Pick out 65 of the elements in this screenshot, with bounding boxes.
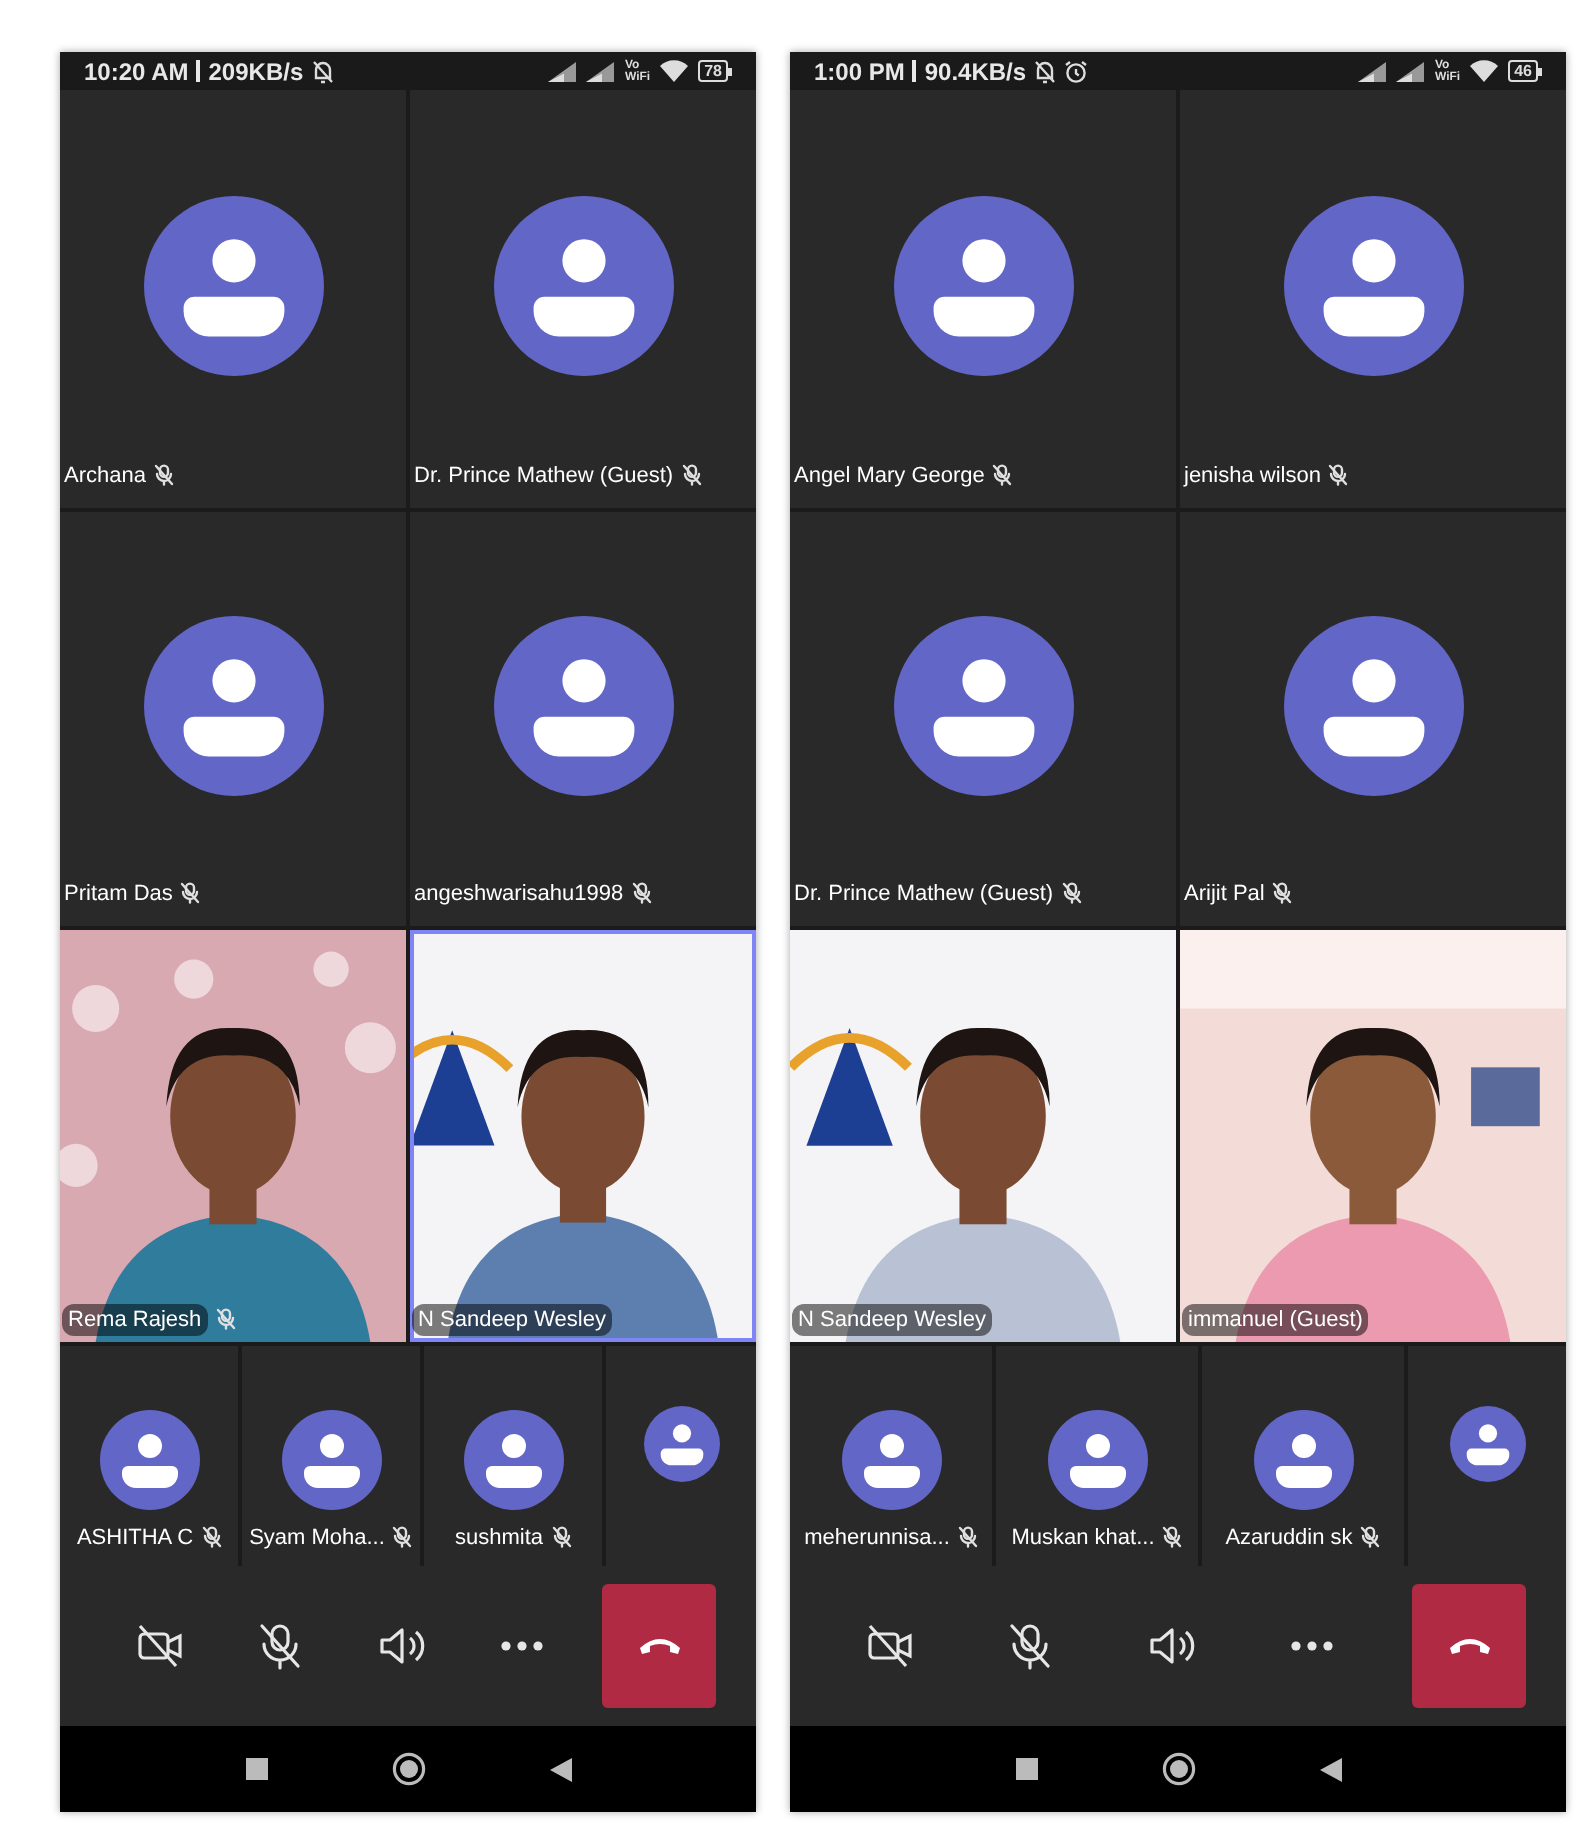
- avatar-icon: [1283, 616, 1463, 797]
- avatar-icon: [1283, 196, 1463, 377]
- participant-name: Angel Mary George: [794, 461, 985, 491]
- phone-icon: [637, 1636, 681, 1656]
- avatar-icon: [643, 1406, 719, 1482]
- status-time: 10:20 AM: [84, 55, 189, 89]
- home-button[interactable]: [1161, 1752, 1195, 1786]
- avatar-icon: [493, 196, 673, 377]
- back-button[interactable]: [549, 1757, 571, 1781]
- recents-button[interactable]: [1015, 1758, 1037, 1780]
- video-off-icon: [136, 1624, 184, 1668]
- participant-name: Dr. Prince Mathew (Guest): [414, 461, 674, 491]
- avatar-icon: [893, 616, 1073, 797]
- signal-icon: [1396, 61, 1425, 81]
- participant-name: Azaruddin sk: [1225, 1523, 1353, 1553]
- battery-level: 78: [698, 60, 728, 82]
- participant-name: Muskan khat...: [1011, 1523, 1155, 1553]
- more-icon: [1289, 1640, 1334, 1652]
- participant-name: Arijit Pal: [1184, 879, 1265, 909]
- participant-name: N Sandeep Wesley: [412, 1303, 612, 1336]
- bell-off-icon: [1034, 59, 1057, 83]
- participant-name: Dr. Prince Mathew (Guest): [794, 879, 1054, 909]
- participant-name: immanuel (Guest): [1182, 1303, 1369, 1336]
- avatar-icon: [1253, 1409, 1353, 1509]
- speaker-icon: [377, 1624, 425, 1668]
- participant-name: Rema Rajesh: [62, 1303, 208, 1336]
- back-button[interactable]: [1319, 1757, 1341, 1781]
- avatar-icon: [99, 1409, 199, 1509]
- avatar-icon: [143, 616, 323, 797]
- participant-name: angeshwarisahu1998: [414, 879, 624, 909]
- more-icon: [499, 1640, 544, 1652]
- participant-name: ASHITHA C: [76, 1523, 194, 1553]
- participant-name: meherunnisa...: [804, 1523, 950, 1553]
- status-time: 1:00 PM: [814, 55, 905, 89]
- battery-level: 46: [1508, 60, 1538, 82]
- video-off-icon: [866, 1624, 914, 1668]
- phone-icon: [1447, 1636, 1491, 1656]
- avatar-icon: [281, 1409, 381, 1509]
- avatar-icon: [1047, 1409, 1147, 1509]
- participant-name: Syam Moha...: [249, 1523, 385, 1553]
- separator-icon: [912, 60, 917, 82]
- network-speed: 209KB/s: [208, 55, 304, 89]
- signal-icon: [1358, 61, 1387, 81]
- home-button[interactable]: [391, 1752, 425, 1786]
- avatar-icon: [463, 1409, 563, 1509]
- network-speed: 90.4KB/s: [924, 55, 1027, 89]
- avatar-icon: [493, 616, 673, 797]
- participant-name: sushmita: [454, 1523, 544, 1553]
- separator-icon: [196, 60, 201, 82]
- mic-off-icon: [258, 1622, 303, 1670]
- avatar-icon: [893, 196, 1073, 377]
- speaker-icon: [1147, 1624, 1195, 1668]
- wifi-icon: [660, 60, 689, 82]
- avatar-icon: [1449, 1406, 1525, 1482]
- mic-off-icon: [1008, 1622, 1053, 1670]
- participant-name: Archana: [64, 461, 146, 491]
- avatar-icon: [841, 1409, 941, 1509]
- wifi-icon: [1470, 60, 1499, 82]
- signal-icon: [548, 61, 577, 81]
- avatar-icon: [143, 196, 323, 377]
- recents-button[interactable]: [245, 1758, 267, 1780]
- participant-name: jenisha wilson: [1184, 461, 1321, 491]
- signal-icon: [586, 61, 615, 81]
- participant-name: N Sandeep Wesley: [792, 1303, 992, 1336]
- participant-name: Pritam Das: [64, 879, 173, 909]
